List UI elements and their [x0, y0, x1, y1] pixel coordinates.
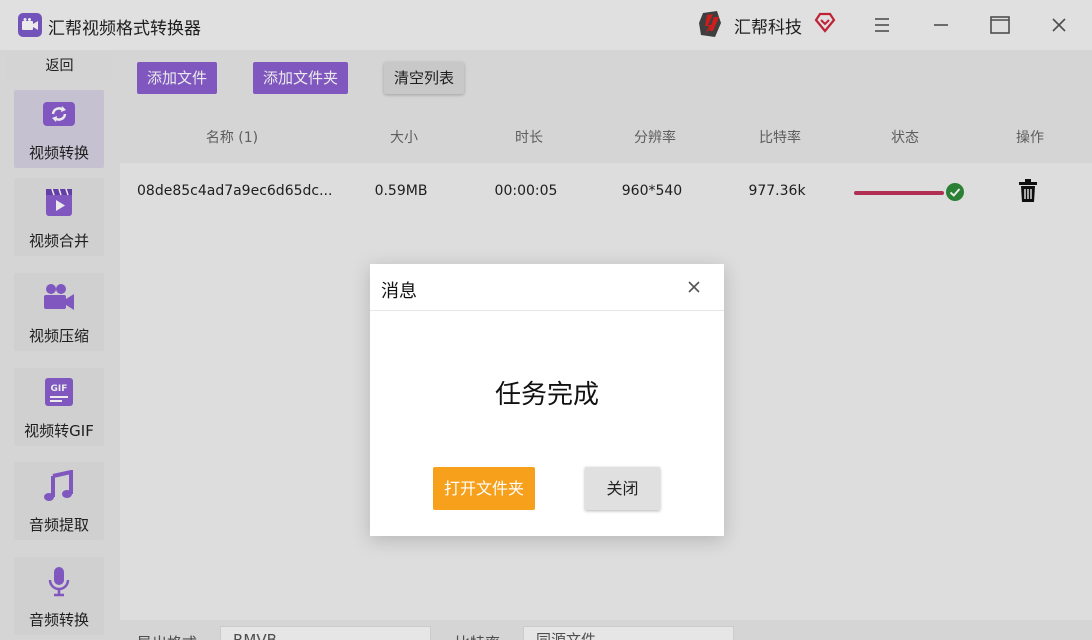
message-dialog: 消息 任务完成 打开文件夹 关闭	[370, 264, 724, 536]
close-button[interactable]: 关闭	[585, 467, 660, 510]
dialog-header: 消息	[370, 264, 724, 311]
close-icon[interactable]	[686, 279, 702, 295]
dialog-title: 消息	[381, 281, 417, 302]
open-folder-button[interactable]: 打开文件夹	[433, 467, 535, 510]
dialog-message: 任务完成	[494, 380, 599, 410]
